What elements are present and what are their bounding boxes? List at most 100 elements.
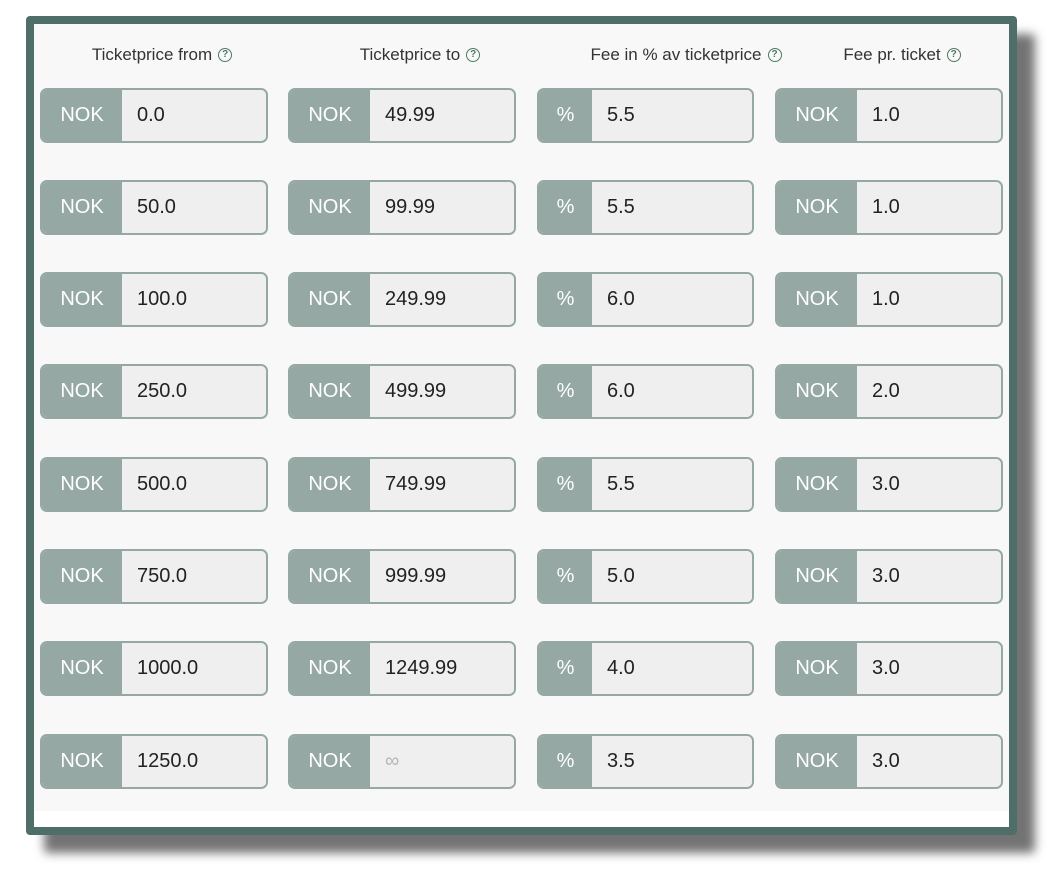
percent-addon: % bbox=[539, 551, 592, 602]
percent-addon: % bbox=[539, 90, 592, 141]
ticketprice-from-input[interactable]: 500.0 bbox=[122, 459, 266, 510]
ticketprice-to-field[interactable]: NOK ∞ bbox=[288, 734, 516, 789]
fee-per-ticket-input[interactable]: 1.0 bbox=[857, 274, 1001, 325]
fee-per-ticket-input[interactable]: 3.0 bbox=[857, 736, 1001, 787]
help-icon[interactable]: ? bbox=[218, 48, 233, 62]
ticketprice-from-field[interactable]: NOK 50.0 bbox=[40, 180, 268, 235]
ticketprice-to-field[interactable]: NOK 1249.99 bbox=[288, 641, 516, 696]
fee-per-ticket-field[interactable]: NOK 1.0 bbox=[775, 180, 1003, 235]
percent-addon: % bbox=[539, 643, 592, 694]
ticketprice-from-field[interactable]: NOK 250.0 bbox=[40, 364, 268, 419]
fee-percent-input[interactable]: 6.0 bbox=[592, 366, 752, 417]
ticketprice-from-input[interactable]: 750.0 bbox=[122, 551, 266, 602]
ticketprice-to-input[interactable]: 249.99 bbox=[370, 274, 514, 325]
fee-per-ticket-input[interactable]: 3.0 bbox=[857, 459, 1001, 510]
fee-percent-field[interactable]: % 5.0 bbox=[537, 549, 754, 604]
percent-addon: % bbox=[539, 274, 592, 325]
fee-percent-input[interactable]: 5.0 bbox=[592, 551, 752, 602]
ticketprice-to-input[interactable]: 49.99 bbox=[370, 90, 514, 141]
currency-addon: NOK bbox=[777, 736, 857, 787]
fee-percent-input[interactable]: 3.5 bbox=[592, 736, 752, 787]
ticketprice-to-field[interactable]: NOK 249.99 bbox=[288, 272, 516, 327]
ticketprice-to-field[interactable]: NOK 999.99 bbox=[288, 549, 516, 604]
column-header-label: Ticketprice to bbox=[359, 45, 461, 64]
fee-per-ticket-field[interactable]: NOK 3.0 bbox=[775, 457, 1003, 512]
fee-percent-field[interactable]: % 5.5 bbox=[537, 457, 754, 512]
fee-per-ticket-field[interactable]: NOK 2.0 bbox=[775, 364, 1003, 419]
fee-percent-field[interactable]: % 5.5 bbox=[537, 88, 754, 143]
fee-percent-input[interactable]: 6.0 bbox=[592, 274, 752, 325]
fee-percent-field[interactable]: % 3.5 bbox=[537, 734, 754, 789]
column-header-label: Fee in % av ticketprice bbox=[590, 45, 762, 64]
currency-addon: NOK bbox=[290, 274, 370, 325]
currency-addon: NOK bbox=[42, 90, 122, 141]
fee-percent-input[interactable]: 5.5 bbox=[592, 182, 752, 233]
currency-addon: NOK bbox=[290, 551, 370, 602]
fee-per-ticket-input[interactable]: 2.0 bbox=[857, 366, 1001, 417]
ticketprice-to-field[interactable]: NOK 499.99 bbox=[288, 364, 516, 419]
ticketprice-from-input[interactable]: 50.0 bbox=[122, 182, 266, 233]
currency-addon: NOK bbox=[290, 459, 370, 510]
ticketprice-from-input[interactable]: 0.0 bbox=[122, 90, 266, 141]
ticketprice-to-input[interactable]: 99.99 bbox=[370, 182, 514, 233]
help-icon[interactable]: ? bbox=[466, 48, 481, 62]
ticketprice-from-field[interactable]: NOK 100.0 bbox=[40, 272, 268, 327]
fee-per-ticket-field[interactable]: NOK 1.0 bbox=[775, 272, 1003, 327]
currency-addon: NOK bbox=[777, 643, 857, 694]
column-header-fee-per-ticket: Fee pr. ticket? bbox=[752, 44, 1052, 66]
ticketprice-to-field[interactable]: NOK 99.99 bbox=[288, 180, 516, 235]
fee-per-ticket-field[interactable]: NOK 3.0 bbox=[775, 641, 1003, 696]
ticketprice-from-field[interactable]: NOK 500.0 bbox=[40, 457, 268, 512]
fee-per-ticket-input[interactable]: 3.0 bbox=[857, 643, 1001, 694]
currency-addon: NOK bbox=[42, 736, 122, 787]
ticketprice-from-input[interactable]: 100.0 bbox=[122, 274, 266, 325]
fee-per-ticket-field[interactable]: NOK 1.0 bbox=[775, 88, 1003, 143]
percent-addon: % bbox=[539, 459, 592, 510]
currency-addon: NOK bbox=[777, 366, 857, 417]
ticketprice-to-input[interactable]: 999.99 bbox=[370, 551, 514, 602]
ticketprice-to-input[interactable]: 499.99 bbox=[370, 366, 514, 417]
currency-addon: NOK bbox=[42, 459, 122, 510]
currency-addon: NOK bbox=[290, 366, 370, 417]
fee-per-ticket-field[interactable]: NOK 3.0 bbox=[775, 734, 1003, 789]
help-icon[interactable]: ? bbox=[946, 48, 961, 62]
fee-percent-field[interactable]: % 6.0 bbox=[537, 272, 754, 327]
fee-percent-input[interactable]: 5.5 bbox=[592, 90, 752, 141]
fee-table: Ticketprice from? Ticketprice to? Fee in %… bbox=[34, 24, 1009, 811]
ticketprice-from-field[interactable]: NOK 1250.0 bbox=[40, 734, 268, 789]
ticketprice-to-input[interactable]: 749.99 bbox=[370, 459, 514, 510]
percent-addon: % bbox=[539, 366, 592, 417]
currency-addon: NOK bbox=[777, 90, 857, 141]
fee-per-ticket-input[interactable]: 1.0 bbox=[857, 90, 1001, 141]
fee-percent-input[interactable]: 4.0 bbox=[592, 643, 752, 694]
currency-addon: NOK bbox=[42, 366, 122, 417]
currency-addon: NOK bbox=[290, 90, 370, 141]
currency-addon: NOK bbox=[777, 459, 857, 510]
currency-addon: NOK bbox=[42, 182, 122, 233]
column-header-label: Ticketprice from bbox=[91, 45, 213, 64]
fee-percent-field[interactable]: % 5.5 bbox=[537, 180, 754, 235]
column-header-ticketprice-from: Ticketprice from? bbox=[12, 44, 312, 66]
fee-per-ticket-input[interactable]: 1.0 bbox=[857, 182, 1001, 233]
ticketprice-from-field[interactable]: NOK 1000.0 bbox=[40, 641, 268, 696]
currency-addon: NOK bbox=[42, 551, 122, 602]
fee-percent-field[interactable]: % 6.0 bbox=[537, 364, 754, 419]
ticketprice-from-input[interactable]: 250.0 bbox=[122, 366, 266, 417]
ticketprice-from-input[interactable]: 1250.0 bbox=[122, 736, 266, 787]
fee-percent-field[interactable]: % 4.0 bbox=[537, 641, 754, 696]
ticketprice-to-field[interactable]: NOK 49.99 bbox=[288, 88, 516, 143]
percent-addon: % bbox=[539, 182, 592, 233]
ticketprice-to-field[interactable]: NOK 749.99 bbox=[288, 457, 516, 512]
ticketprice-to-input[interactable]: 1249.99 bbox=[370, 643, 514, 694]
fee-percent-input[interactable]: 5.5 bbox=[592, 459, 752, 510]
ticketprice-from-field[interactable]: NOK 0.0 bbox=[40, 88, 268, 143]
fee-per-ticket-field[interactable]: NOK 3.0 bbox=[775, 549, 1003, 604]
ticketprice-from-input[interactable]: 1000.0 bbox=[122, 643, 266, 694]
currency-addon: NOK bbox=[777, 551, 857, 602]
ticketprice-to-input[interactable]: ∞ bbox=[370, 736, 514, 787]
currency-addon: NOK bbox=[290, 643, 370, 694]
ticketprice-from-field[interactable]: NOK 750.0 bbox=[40, 549, 268, 604]
column-header-label: Fee pr. ticket bbox=[843, 45, 941, 64]
column-header-ticketprice-to: Ticketprice to? bbox=[270, 44, 570, 66]
fee-per-ticket-input[interactable]: 3.0 bbox=[857, 551, 1001, 602]
